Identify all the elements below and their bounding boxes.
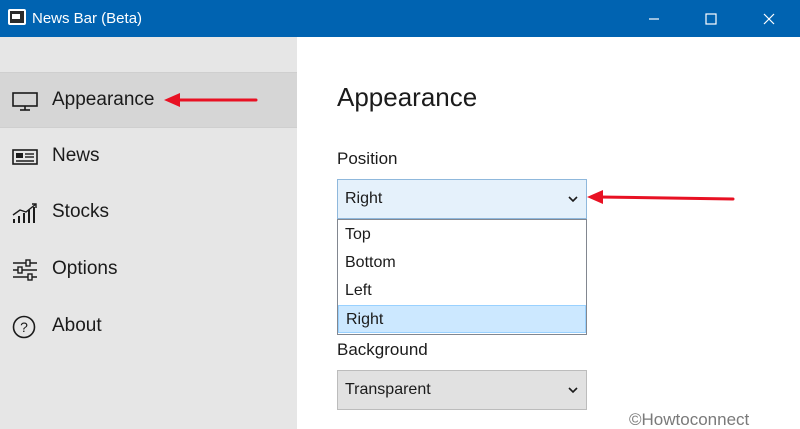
sidebar-item-label: Appearance bbox=[52, 89, 155, 110]
chevron-down-icon bbox=[568, 196, 578, 203]
background-label: Background bbox=[337, 340, 428, 359]
position-dropdown-list: Top Bottom Left Right bbox=[337, 219, 587, 335]
window-title: News Bar (Beta) bbox=[32, 10, 143, 27]
sidebar-item-about[interactable]: ? About bbox=[0, 299, 297, 355]
background-select[interactable]: Transparent bbox=[337, 370, 587, 410]
position-option-right[interactable]: Right bbox=[338, 305, 586, 333]
sidebar-item-stocks[interactable]: Stocks bbox=[0, 185, 297, 241]
position-option-left[interactable]: Left bbox=[338, 277, 586, 305]
help-circle-icon: ? bbox=[12, 315, 36, 339]
minimize-button[interactable] bbox=[632, 0, 676, 37]
sliders-icon bbox=[13, 259, 37, 281]
app-icon bbox=[8, 9, 26, 25]
page-title: Appearance bbox=[337, 82, 478, 112]
sidebar-item-news[interactable]: News bbox=[0, 129, 297, 185]
minimize-icon bbox=[649, 17, 659, 20]
maximize-icon bbox=[705, 12, 717, 25]
position-option-bottom[interactable]: Bottom bbox=[338, 249, 586, 277]
sidebar-item-label: About bbox=[52, 315, 102, 336]
position-select-value: Right bbox=[345, 190, 383, 207]
watermark: ©Howtoconnect bbox=[629, 410, 750, 429]
monitor-icon bbox=[12, 92, 38, 111]
main-panel: Appearance Position Right Top Bottom Lef… bbox=[297, 37, 800, 429]
chevron-down-icon bbox=[568, 387, 578, 394]
close-icon bbox=[763, 13, 775, 24]
annotation-arrow bbox=[587, 190, 735, 204]
sidebar-item-options[interactable]: Options bbox=[0, 242, 297, 298]
sidebar-item-label: News bbox=[52, 145, 100, 166]
position-select[interactable]: Right bbox=[337, 179, 587, 219]
sidebar-item-label: Options bbox=[52, 258, 118, 279]
background-select-value: Transparent bbox=[345, 381, 431, 398]
annotation-arrow bbox=[164, 93, 258, 107]
svg-text:?: ? bbox=[20, 319, 28, 335]
maximize-button[interactable] bbox=[689, 0, 733, 37]
close-button[interactable] bbox=[747, 0, 791, 37]
stocks-chart-icon bbox=[12, 203, 37, 223]
title-bar: News Bar (Beta) bbox=[0, 0, 800, 37]
position-label: Position bbox=[337, 149, 398, 168]
newspaper-icon bbox=[12, 149, 38, 165]
sidebar-item-label: Stocks bbox=[52, 201, 110, 222]
position-option-top[interactable]: Top bbox=[338, 221, 586, 249]
